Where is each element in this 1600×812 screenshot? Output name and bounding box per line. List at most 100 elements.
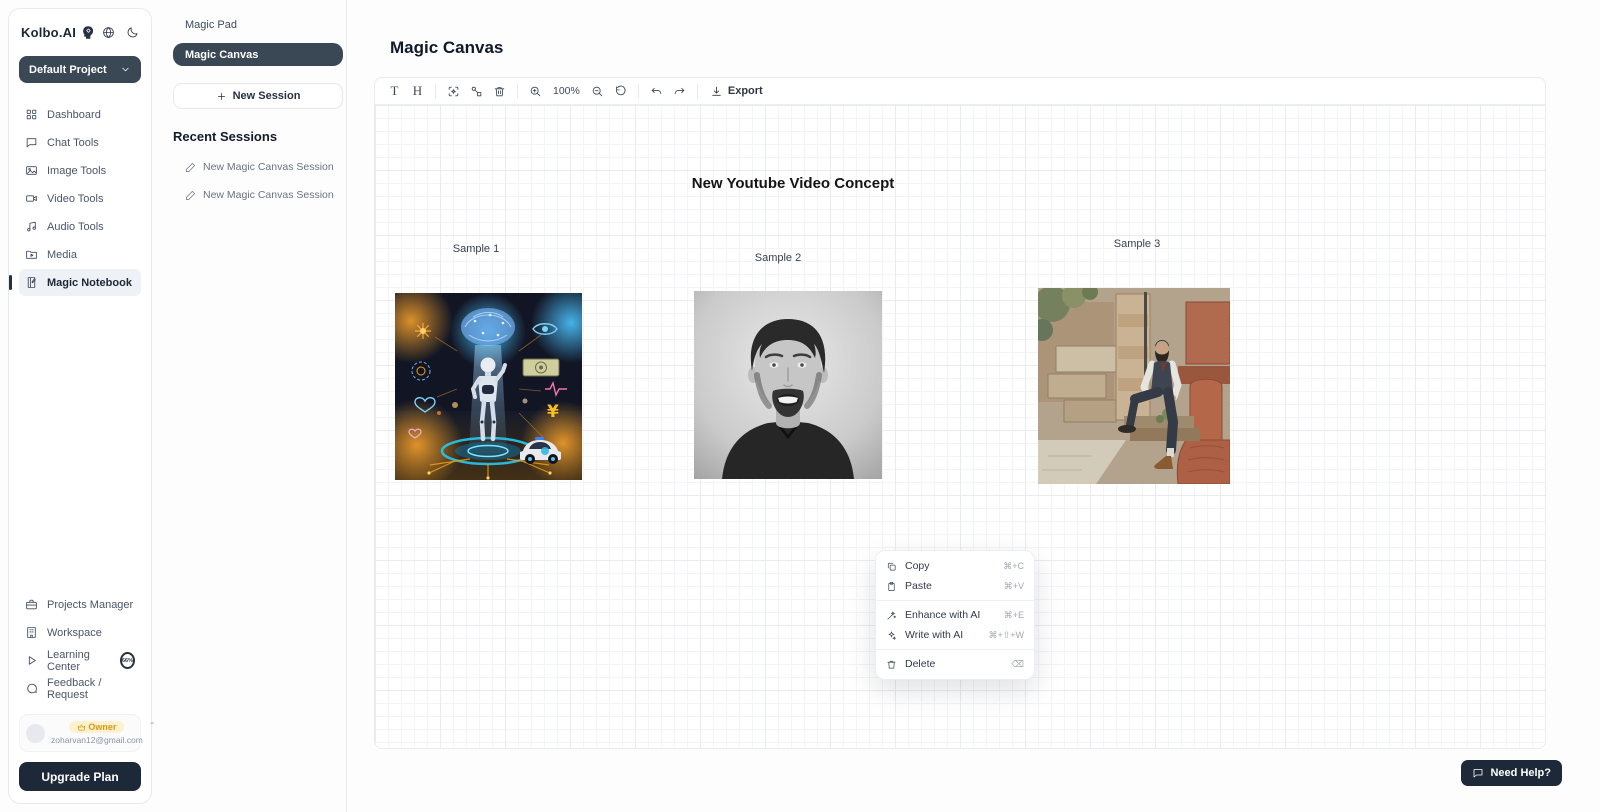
- sidebar-item-video-tools[interactable]: Video Tools: [19, 185, 141, 212]
- menu-divider: [876, 600, 1034, 601]
- media-folder-icon: [25, 248, 38, 261]
- undo-icon: [650, 85, 663, 98]
- page-title: Magic Canvas: [390, 38, 503, 58]
- zoom-in-button[interactable]: [524, 80, 547, 102]
- canvas-grid[interactable]: New Youtube Video Concept Sample 1 Sampl…: [375, 105, 1545, 749]
- reset-view-button[interactable]: [609, 80, 632, 102]
- connector-tool-button[interactable]: [465, 80, 488, 102]
- heading-tool-glyph: H: [413, 83, 422, 99]
- sidebar-item-workspace[interactable]: Workspace: [19, 619, 141, 646]
- sidebar-item-dashboard[interactable]: Dashboard: [19, 101, 141, 128]
- rotate-reset-icon: [614, 85, 627, 98]
- sample-2-label[interactable]: Sample 2: [755, 252, 801, 264]
- shortcut-hint: ⌘+⇧+W: [988, 630, 1024, 641]
- sidebar-item-label: Dashboard: [47, 109, 101, 121]
- paste-clipboard-icon: [886, 581, 897, 592]
- context-menu-item-delete[interactable]: Delete ⌫: [876, 654, 1034, 674]
- toolbar-divider: [697, 84, 698, 99]
- avatar: [26, 724, 45, 743]
- owner-badge-label: Owner: [88, 722, 116, 732]
- project-selector[interactable]: Default Project: [19, 56, 141, 83]
- dashboard-icon: [25, 108, 38, 121]
- user-account-card[interactable]: Owner zoharvan12@gmail.com ⌃: [19, 714, 141, 752]
- crown-icon: [77, 723, 86, 732]
- toolbar-divider: [638, 84, 639, 99]
- canvas-heading-text[interactable]: New Youtube Video Concept: [692, 175, 895, 192]
- shortcut-hint: ⌫: [1011, 659, 1024, 670]
- help-chat-icon: [1472, 767, 1484, 779]
- sidebar-item-label: Video Tools: [47, 193, 103, 205]
- sidebar-item-feedback-request[interactable]: Feedback / Request: [19, 675, 141, 702]
- magic-canvas-item-active[interactable]: Magic Canvas: [173, 43, 343, 66]
- sidebar-item-projects-manager[interactable]: Projects Manager: [19, 591, 141, 618]
- sidebar-nav: Dashboard Chat Tools Image Tools Video T…: [19, 101, 141, 296]
- upgrade-plan-button[interactable]: Upgrade Plan: [19, 762, 141, 791]
- sidebar-item-chat-tools[interactable]: Chat Tools: [19, 129, 141, 156]
- music-note-icon: [25, 220, 38, 233]
- svg-text:¥: ¥: [547, 402, 559, 422]
- toolbar-divider: [435, 84, 436, 99]
- shortcut-hint: ⌘+E: [1004, 610, 1024, 621]
- ai-scan-button[interactable]: [442, 80, 465, 102]
- shortcut-hint: ⌘+V: [1004, 581, 1024, 592]
- sidebar-header: Kolbo.AI: [19, 25, 141, 40]
- context-menu-item-enhance-with-ai[interactable]: Enhance with AI ⌘+E: [876, 605, 1034, 625]
- chevron-down-icon: [120, 64, 131, 75]
- text-tool-button[interactable]: T: [383, 80, 406, 102]
- sidebar-item-label: Workspace: [47, 627, 102, 639]
- sidebar-item-learning-center[interactable]: Learning Center 66%: [19, 647, 141, 674]
- connector-flow-icon: [470, 85, 483, 98]
- session-item[interactable]: New Magic Canvas Session: [173, 185, 346, 205]
- session-item-label: New Magic Canvas Session: [203, 161, 334, 173]
- pencil-icon: [185, 162, 196, 173]
- magic-wand-icon: [886, 610, 897, 621]
- new-session-button[interactable]: New Session: [173, 83, 343, 109]
- briefcase-icon: [25, 598, 38, 611]
- sidebar-item-image-tools[interactable]: Image Tools: [19, 157, 141, 184]
- context-menu-item-paste[interactable]: Paste ⌘+V: [876, 576, 1034, 596]
- sidebar-item-magic-notebook[interactable]: Magic Notebook: [19, 269, 141, 296]
- context-menu-label: Paste: [905, 580, 996, 592]
- sidebar-item-audio-tools[interactable]: Audio Tools: [19, 213, 141, 240]
- sample-1-label[interactable]: Sample 1: [453, 243, 499, 255]
- context-menu-item-copy[interactable]: Copy ⌘+C: [876, 556, 1034, 576]
- canvas-toolbar: T H 100% Export: [375, 78, 1545, 105]
- sidebar-item-label: Chat Tools: [47, 137, 99, 149]
- redo-icon: [673, 85, 686, 98]
- spacer: [19, 296, 141, 573]
- sample-2-image[interactable]: [694, 291, 882, 479]
- language-globe-icon[interactable]: [102, 26, 115, 39]
- delete-tool-button[interactable]: [488, 80, 511, 102]
- export-button[interactable]: Export: [704, 80, 769, 102]
- feedback-bubble-icon: [25, 682, 38, 695]
- shortcut-hint: ⌘+C: [1003, 561, 1024, 572]
- zoom-out-button[interactable]: [586, 80, 609, 102]
- heading-tool-button[interactable]: H: [406, 80, 429, 102]
- sparkles-icon: [886, 630, 897, 641]
- sidebar-item-label: Learning Center: [47, 649, 111, 673]
- sidebar: Kolbo.AI Default Project Dashboard Chat …: [8, 8, 152, 804]
- need-help-label: Need Help?: [1490, 767, 1551, 779]
- trash-icon: [493, 85, 506, 98]
- sidebar-item-label: Feedback / Request: [47, 677, 135, 701]
- session-item[interactable]: New Magic Canvas Session: [173, 157, 346, 177]
- magic-pad-item[interactable]: Magic Pad: [173, 14, 343, 36]
- undo-button[interactable]: [645, 80, 668, 102]
- recent-sessions-list: New Magic Canvas Session New Magic Canva…: [173, 157, 346, 205]
- context-menu-label: Write with AI: [905, 629, 980, 641]
- need-help-button[interactable]: Need Help?: [1461, 760, 1562, 786]
- sample-1-image[interactable]: ¥: [395, 293, 582, 480]
- zoom-in-icon: [529, 85, 542, 98]
- sample-3-image[interactable]: [1038, 288, 1230, 484]
- sample-3-label[interactable]: Sample 3: [1114, 238, 1160, 250]
- trash-icon: [886, 659, 897, 670]
- dark-mode-moon-icon[interactable]: [126, 26, 139, 39]
- menu-divider: [876, 649, 1034, 650]
- plus-icon: [216, 91, 227, 102]
- redo-button[interactable]: [668, 80, 691, 102]
- sidebar-item-media[interactable]: Media: [19, 241, 141, 268]
- sidebar-item-label: Image Tools: [47, 165, 106, 177]
- sidebar-item-label: Projects Manager: [47, 599, 133, 611]
- context-menu-item-write-with-ai[interactable]: Write with AI ⌘+⇧+W: [876, 625, 1034, 645]
- user-info: Owner zoharvan12@gmail.com: [51, 721, 143, 745]
